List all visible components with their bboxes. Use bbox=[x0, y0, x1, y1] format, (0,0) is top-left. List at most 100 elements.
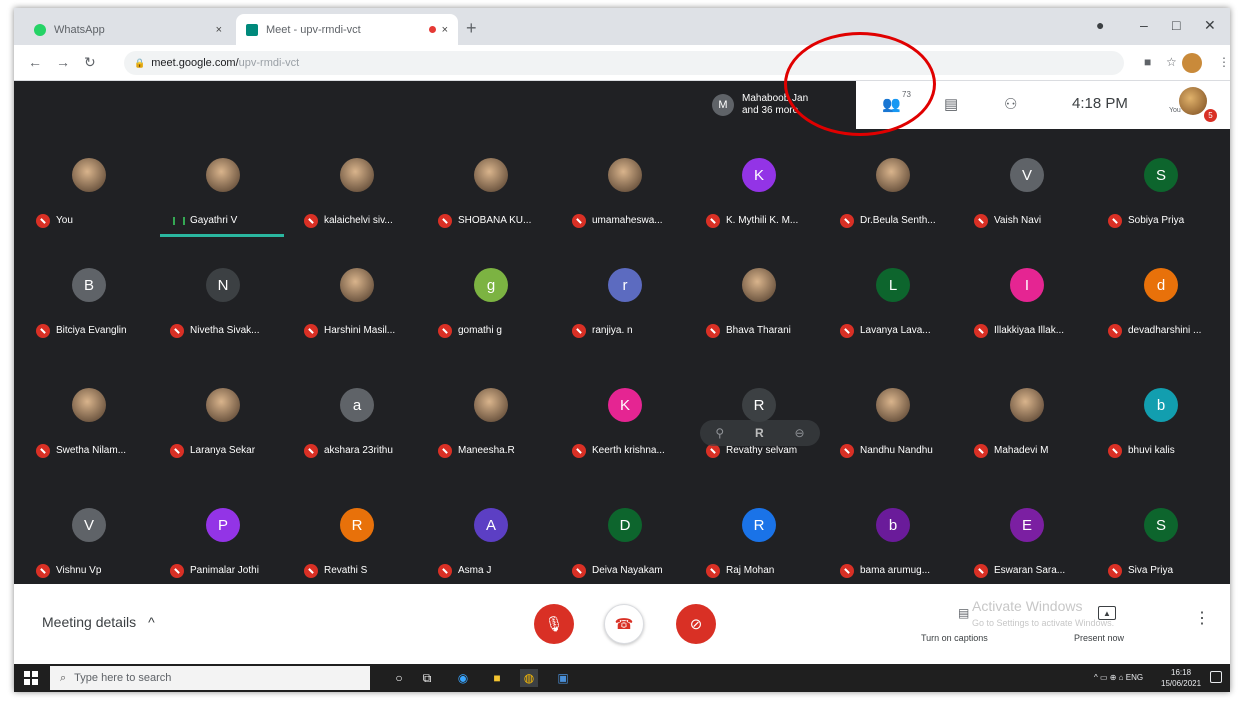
participant-tile[interactable]: Mahadevi M bbox=[960, 388, 1094, 468]
participant-tile[interactable]: V Vaish Navi bbox=[960, 158, 1094, 238]
participant-tile[interactable]: r ranjiya. n bbox=[558, 268, 692, 348]
tab-title: Meet - upv-rmdi-vct bbox=[266, 23, 361, 36]
screenshot-frame: WhatsApp × Meet - upv-rmdi-vct × + ● – □… bbox=[14, 8, 1230, 692]
participant-avatar bbox=[474, 388, 508, 422]
participant-avatar bbox=[876, 158, 910, 192]
participant-avatar bbox=[206, 158, 240, 192]
file-explorer-icon[interactable]: ■ bbox=[488, 669, 506, 687]
hover-initial: R bbox=[755, 426, 764, 440]
mic-off-button[interactable]: 🎙 bbox=[534, 604, 574, 644]
system-tray[interactable]: ^ ▭ ⊕ ⌂ ENG bbox=[1094, 673, 1143, 682]
participant-tile[interactable]: R Raj Mohan bbox=[692, 508, 826, 588]
more-options-button[interactable]: ⋮ bbox=[1194, 608, 1210, 628]
participant-tile[interactable]: umamaheswa... bbox=[558, 158, 692, 238]
tile-hover-controls[interactable]: ⚲ R ⊖ bbox=[700, 420, 820, 446]
close-window-button[interactable]: ✕ bbox=[1204, 17, 1216, 34]
participant-avatar: b bbox=[1144, 388, 1178, 422]
menu-kebab-icon[interactable]: ⋮ bbox=[1218, 55, 1230, 69]
participant-tile[interactable]: S Siva Priya bbox=[1094, 508, 1228, 588]
participant-tile[interactable]: K K. Mythili K. M... bbox=[692, 158, 826, 238]
present-now-button[interactable]: Present now bbox=[1074, 633, 1124, 643]
participant-name: bama arumug... bbox=[860, 565, 931, 576]
maximize-button[interactable]: □ bbox=[1172, 17, 1180, 33]
notification-center-icon[interactable] bbox=[1210, 671, 1222, 683]
close-tab-icon[interactable]: × bbox=[442, 24, 448, 36]
participant-tile[interactable]: Gayathri V bbox=[156, 158, 290, 238]
participant-tile[interactable]: D Deiva Nayakam bbox=[558, 508, 692, 588]
participant-tile[interactable]: b bhuvi kalis bbox=[1094, 388, 1228, 468]
mic-muted-icon bbox=[36, 444, 50, 458]
mic-muted-icon bbox=[170, 564, 184, 578]
captions-button[interactable]: Turn on captions bbox=[921, 633, 988, 643]
camera-off-button[interactable]: ⊘ bbox=[676, 604, 716, 644]
participant-tile[interactable]: kalaichelvi siv... bbox=[290, 158, 424, 238]
windows-start-icon[interactable] bbox=[24, 671, 38, 685]
participant-tile[interactable]: N Nivetha Sivak... bbox=[156, 268, 290, 348]
participant-tile[interactable]: g gomathi g bbox=[424, 268, 558, 348]
activate-windows-subtitle: Go to Settings to activate Windows. bbox=[972, 618, 1115, 628]
participant-tile[interactable]: Swetha Nilam... bbox=[22, 388, 156, 468]
participant-tile[interactable]: P Panimalar Jothi bbox=[156, 508, 290, 588]
participant-name: bhuvi kalis bbox=[1128, 445, 1175, 456]
self-avatar[interactable] bbox=[1179, 87, 1207, 115]
presenter-more: and 36 more bbox=[742, 105, 799, 116]
mic-muted-icon bbox=[36, 324, 50, 338]
participant-name: Revathy selvam bbox=[726, 445, 798, 456]
present-icon[interactable]: ▲ bbox=[1098, 606, 1116, 620]
app-icon[interactable]: ▣ bbox=[554, 669, 572, 687]
chat-icon[interactable]: ▤ bbox=[944, 95, 958, 113]
participant-tile[interactable]: B Bitciya Evanglin bbox=[22, 268, 156, 348]
close-tab-icon[interactable]: × bbox=[216, 24, 222, 36]
meeting-details-button[interactable]: Meeting details ^ bbox=[42, 614, 155, 630]
participant-tile[interactable]: Maneesha.R bbox=[424, 388, 558, 468]
remove-icon[interactable]: ⊖ bbox=[795, 426, 805, 440]
participant-tile[interactable]: Harshini Masil... bbox=[290, 268, 424, 348]
participant-tile[interactable]: a akshara 23rithu bbox=[290, 388, 424, 468]
participant-tile[interactable]: L Lavanya Lava... bbox=[826, 268, 960, 348]
new-tab-button[interactable]: + bbox=[466, 18, 477, 39]
chrome-icon[interactable]: ◍ bbox=[520, 669, 538, 687]
participant-tile[interactable]: b bama arumug... bbox=[826, 508, 960, 588]
participant-tile[interactable]: R Revathi S bbox=[290, 508, 424, 588]
cortana-icon[interactable]: ○ bbox=[390, 669, 408, 687]
participant-name: Gayathri V bbox=[190, 215, 238, 226]
participant-tile[interactable]: SHOBANA KU... bbox=[424, 158, 558, 238]
participant-tile[interactable]: Dr.Beula Senth... bbox=[826, 158, 960, 238]
forward-arrow-icon[interactable]: → bbox=[56, 54, 70, 70]
minimize-button[interactable]: – bbox=[1140, 17, 1148, 33]
edge-icon[interactable]: ◉ bbox=[454, 669, 472, 687]
participant-avatar: K bbox=[608, 388, 642, 422]
mic-muted-icon bbox=[438, 444, 452, 458]
participant-tile[interactable]: You bbox=[22, 158, 156, 238]
search-icon: ⌕ bbox=[60, 671, 67, 684]
tab-whatsapp[interactable]: WhatsApp × bbox=[24, 14, 232, 45]
participant-tile[interactable]: S Sobiya Priya bbox=[1094, 158, 1228, 238]
taskbar-search[interactable]: ⌕ Type here to search bbox=[50, 666, 370, 690]
pin-icon[interactable]: ⚲ bbox=[715, 426, 724, 440]
back-arrow-icon[interactable]: ← bbox=[28, 54, 42, 70]
reload-icon[interactable]: ↻ bbox=[84, 54, 96, 71]
participant-tile[interactable]: d devadharshini ... bbox=[1094, 268, 1228, 348]
account-circle-icon[interactable]: ● bbox=[1096, 17, 1104, 33]
participant-avatar: I bbox=[1010, 268, 1044, 302]
captions-icon[interactable]: ▤ bbox=[958, 606, 969, 620]
tab-meet[interactable]: Meet - upv-rmdi-vct × bbox=[236, 14, 458, 45]
task-view-icon[interactable]: ⧉ bbox=[418, 669, 436, 687]
star-icon[interactable]: ☆ bbox=[1166, 55, 1177, 69]
camera-icon[interactable]: ■ bbox=[1144, 55, 1151, 69]
taskbar-clock[interactable]: 16:18 15/06/2021 bbox=[1161, 667, 1201, 689]
activities-icon[interactable]: ⚇ bbox=[1004, 95, 1017, 113]
address-bar[interactable]: 🔒 meet.google.com/ upv-rmdi-vct bbox=[124, 51, 1124, 75]
participant-tile[interactable]: I Illakkiyaa Illak... bbox=[960, 268, 1094, 348]
leave-call-button[interactable]: ☎ bbox=[604, 604, 644, 644]
participant-tile[interactable]: Bhava Tharani bbox=[692, 268, 826, 348]
participant-tile[interactable]: Laranya Sekar bbox=[156, 388, 290, 468]
participant-tile[interactable]: V Vishnu Vp bbox=[22, 508, 156, 588]
participant-tile[interactable]: A Asma J bbox=[424, 508, 558, 588]
participant-tile[interactable]: K Keerth krishna... bbox=[558, 388, 692, 468]
profile-avatar[interactable] bbox=[1182, 53, 1202, 73]
mic-muted-icon bbox=[1108, 444, 1122, 458]
participant-tile[interactable]: E Eswaran Sara... bbox=[960, 508, 1094, 588]
participant-name: Harshini Masil... bbox=[324, 325, 396, 336]
participant-tile[interactable]: Nandhu Nandhu bbox=[826, 388, 960, 468]
